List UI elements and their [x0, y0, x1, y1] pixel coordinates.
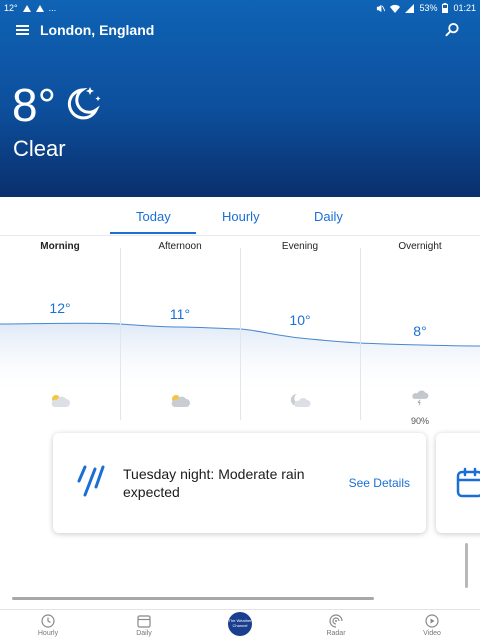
calendar-icon — [137, 615, 151, 628]
nav-hourly[interactable]: Hourly — [0, 610, 96, 641]
hamburger-menu-icon[interactable] — [16, 25, 29, 35]
nav-label: Daily — [136, 630, 152, 637]
rain-icon — [77, 465, 105, 497]
location-title[interactable]: London, England — [40, 22, 154, 38]
period-morning[interactable]: Morning 12° — [0, 238, 120, 428]
period-temp: 10° — [289, 312, 311, 328]
tab-daily[interactable]: Daily — [314, 209, 343, 224]
nav-radar[interactable]: Radar — [288, 610, 384, 641]
active-tab-indicator — [110, 232, 196, 234]
thunder-rain-icon — [412, 390, 429, 406]
period-temp: 11° — [169, 306, 191, 322]
nav-daily[interactable]: Daily — [96, 610, 192, 641]
nav-label: Radar — [326, 630, 346, 637]
nav-label: Hourly — [37, 630, 59, 637]
period-label: Afternoon — [158, 241, 202, 252]
next-insight-card[interactable] — [436, 433, 480, 533]
forecast-tabs: Today Hourly Daily — [0, 197, 480, 236]
current-conditions-header: 12° ... 53% 01:21 London, England 8° Cle… — [0, 0, 480, 197]
partly-sunny-icon — [171, 395, 190, 407]
period-label: Morning — [40, 241, 80, 252]
warning-icon — [35, 4, 44, 12]
tab-hourly[interactable]: Hourly — [222, 209, 260, 224]
partly-sunny-icon — [51, 395, 70, 407]
period-overnight[interactable]: Overnight 8° 90% — [360, 238, 480, 428]
twc-logo-icon[interactable]: The Weather Channel — [228, 612, 252, 636]
partly-cloudy-night-icon — [290, 393, 311, 407]
period-label: Evening — [281, 241, 319, 252]
clock-icon — [41, 614, 55, 628]
status-temp: 12° — [4, 3, 18, 13]
period-forecast: Morning 12° Afternoon 11° Evening 10° Ov… — [0, 238, 480, 428]
period-evening[interactable]: Evening 10° — [240, 238, 360, 428]
warning-icon — [22, 4, 31, 12]
current-temperature: 8° — [12, 79, 56, 131]
period-temp: 12° — [49, 300, 71, 316]
see-details-link[interactable]: See Details — [349, 476, 410, 490]
mute-icon — [377, 4, 386, 12]
battery-icon — [442, 3, 449, 13]
period-temp: 8° — [413, 323, 427, 339]
nav-label: Video — [423, 630, 441, 637]
period-afternoon[interactable]: Afternoon 11° — [120, 238, 240, 428]
status-bar: 12° ... 53% 01:21 — [0, 0, 480, 16]
nav-video[interactable]: Video — [384, 610, 480, 641]
radar-icon — [329, 614, 343, 628]
play-icon — [425, 614, 439, 628]
search-icon[interactable] — [445, 22, 460, 37]
clock-time: 01:21 — [453, 3, 476, 13]
alert-message: Tuesday night: Moderate rain expected — [123, 466, 305, 500]
moon-stars-icon — [67, 87, 101, 120]
wifi-icon — [390, 4, 401, 13]
status-more: ... — [48, 3, 57, 13]
horizontal-scrollbar[interactable] — [12, 597, 374, 600]
period-label: Overnight — [398, 241, 442, 252]
calendar-icon — [456, 467, 480, 498]
current-condition: Clear — [13, 136, 66, 161]
precip-chance: 90% — [410, 416, 429, 426]
battery-percent: 53% — [419, 3, 438, 13]
tab-today[interactable]: Today — [136, 209, 171, 224]
rain-alert-card[interactable]: Tuesday night: Moderate rain expected Se… — [53, 433, 426, 533]
app-bar: London, England — [0, 16, 480, 44]
vertical-scrollbar[interactable] — [465, 543, 468, 588]
signal-icon — [405, 3, 415, 13]
